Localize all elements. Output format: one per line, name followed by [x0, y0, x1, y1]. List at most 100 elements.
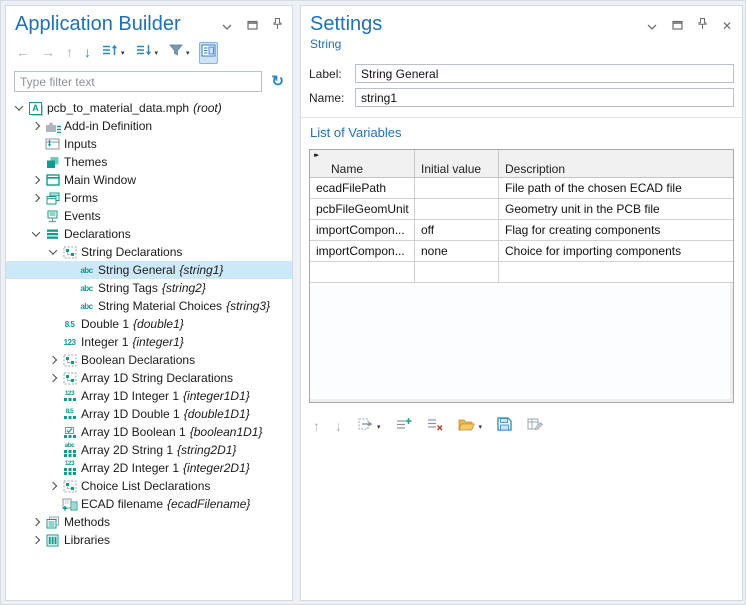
string-icon: abc — [77, 284, 96, 293]
expander-icon[interactable] — [46, 375, 60, 381]
collapse-panel-button[interactable] — [220, 19, 234, 33]
tree-item[interactable]: 123Integer 1{integer1} — [6, 333, 292, 351]
name-field-label: Name: — [309, 91, 349, 105]
tree-item[interactable]: Apcb_to_material_data.mph(root) — [6, 99, 292, 117]
row-move-down-button[interactable]: ↓ — [333, 416, 344, 438]
save-to-file-button[interactable] — [495, 415, 514, 438]
tree-item-tag: {string1} — [179, 263, 223, 277]
tree-item[interactable]: Inputs — [6, 135, 292, 153]
expander-icon[interactable] — [12, 105, 26, 111]
dropdown-caret-icon[interactable]: ▾ — [155, 49, 159, 57]
show-in-model-builder-button[interactable] — [199, 42, 218, 64]
table-cell[interactable] — [415, 199, 499, 219]
tree-item[interactable]: abcString Tags{string2} — [6, 279, 292, 297]
tree-item[interactable]: 8.5Array 1D Double 1{double1D1} — [6, 405, 292, 423]
tree-item[interactable]: Add-in Definition — [6, 117, 292, 135]
filter-nodes-button[interactable]: ▾ — [167, 41, 192, 64]
table-edit-icon — [527, 417, 543, 436]
expand-all-button[interactable]: ▾ — [100, 41, 127, 64]
tree-item[interactable]: String Declarations — [6, 243, 292, 261]
expander-icon[interactable] — [46, 249, 60, 255]
expander-icon[interactable] — [29, 231, 43, 237]
close-settings-button[interactable]: ✕ — [720, 19, 734, 33]
expander-icon[interactable] — [29, 537, 43, 543]
expander-icon[interactable] — [29, 519, 43, 525]
label-input[interactable] — [355, 64, 734, 83]
tree-item-label: ECAD filename — [81, 497, 163, 511]
maximize-icon — [247, 17, 258, 35]
expander-icon[interactable] — [29, 177, 43, 183]
table-cell[interactable] — [310, 262, 415, 282]
filter-input[interactable] — [14, 71, 262, 92]
expander-icon[interactable] — [46, 357, 60, 363]
move-up-button[interactable]: ↑ — [64, 42, 75, 64]
dropdown-caret-icon[interactable]: ▾ — [377, 423, 381, 431]
declarations-icon — [43, 228, 62, 240]
tree-item[interactable]: Themes — [6, 153, 292, 171]
load-from-file-button[interactable]: ▾ — [456, 416, 485, 438]
move-down-button[interactable]: ↓ — [82, 42, 93, 64]
tree-item[interactable]: 123Array 2D Integer 1{integer2D1} — [6, 459, 292, 477]
edit-table-button[interactable] — [525, 415, 545, 438]
save-icon — [497, 417, 512, 436]
table-cell[interactable] — [415, 262, 499, 282]
table-cell[interactable]: off — [415, 220, 499, 240]
application-builder-title: Application Builder — [15, 13, 181, 36]
tree-item-tag: (root) — [193, 101, 222, 115]
expander-icon[interactable] — [29, 195, 43, 201]
tree-item[interactable]: Libraries — [6, 531, 292, 549]
expander-icon[interactable] — [29, 123, 43, 129]
tree-item[interactable]: Methods — [6, 513, 292, 531]
maximize-settings-button[interactable] — [670, 19, 684, 33]
tree-item[interactable]: abcString General{string1} — [6, 261, 292, 279]
add-row-button[interactable] — [394, 415, 414, 438]
tree-item[interactable]: ECAD filename{ecadFilename} — [6, 495, 292, 513]
table-cell[interactable] — [499, 262, 733, 282]
maximize-panel-button[interactable] — [245, 19, 259, 33]
table-cell[interactable]: pcbFileGeomUnit — [310, 199, 415, 219]
panel-window-controls — [220, 19, 284, 33]
tree-item[interactable]: Main Window — [6, 171, 292, 189]
tree-item[interactable]: abcArray 2D String 1{string2D1} — [6, 441, 292, 459]
refresh-icon[interactable]: ↻ — [271, 74, 284, 89]
row-move-up-button[interactable]: ↑ — [311, 416, 322, 438]
table-cell[interactable]: importCompon... — [310, 220, 415, 240]
table-cell[interactable]: Flag for creating components — [499, 220, 733, 240]
expander-icon[interactable] — [46, 483, 60, 489]
pin-panel-button[interactable] — [270, 19, 284, 33]
table-cell[interactable]: none — [415, 241, 499, 261]
tree-item[interactable]: Choice List Declarations — [6, 477, 292, 495]
delete-row-button[interactable] — [425, 415, 445, 438]
tree-item-label: String Declarations — [81, 245, 182, 259]
table-cell[interactable]: Choice for importing components — [499, 241, 733, 261]
table-cell[interactable] — [415, 178, 499, 198]
tree-item[interactable]: Boolean Declarations — [6, 351, 292, 369]
tree-item[interactable]: Events — [6, 207, 292, 225]
tree-item-label: Inputs — [64, 137, 97, 151]
table-cell[interactable]: importCompon... — [310, 241, 415, 261]
dropdown-caret-icon[interactable]: ▾ — [121, 49, 125, 57]
dropdown-caret-icon[interactable]: ▾ — [479, 423, 483, 431]
move-into-button[interactable]: ▾ — [355, 415, 383, 438]
arrow-down-icon: ↓ — [335, 418, 342, 436]
table-cell[interactable]: Geometry unit in the PCB file — [499, 199, 733, 219]
tree-item-label: Array 1D String Declarations — [81, 371, 233, 385]
tree-item[interactable]: Array 1D Boolean 1{boolean1D1} — [6, 423, 292, 441]
pin-settings-button[interactable] — [695, 19, 709, 33]
back-button[interactable]: ← — [14, 42, 32, 64]
name-input[interactable] — [355, 88, 734, 107]
tree-item[interactable]: abcString Material Choices{string3} — [6, 297, 292, 315]
forward-button[interactable]: → — [39, 42, 57, 64]
label-field-label: Label: — [309, 67, 349, 81]
dropdown-caret-icon[interactable]: ▾ — [186, 49, 190, 57]
tree-item[interactable]: Forms — [6, 189, 292, 207]
tree-item[interactable]: Array 1D String Declarations — [6, 369, 292, 387]
table-cell[interactable]: ecadFilePath — [310, 178, 415, 198]
tree-item-label: Array 1D Double 1 — [81, 407, 180, 421]
collapse-all-button[interactable]: ▾ — [134, 41, 161, 64]
tree-item[interactable]: 123Array 1D Integer 1{integer1D1} — [6, 387, 292, 405]
collapse-settings-button[interactable] — [645, 19, 659, 33]
tree-item[interactable]: Declarations — [6, 225, 292, 243]
tree-item[interactable]: 8.5Double 1{double1} — [6, 315, 292, 333]
table-cell[interactable]: File path of the chosen ECAD file — [499, 178, 733, 198]
